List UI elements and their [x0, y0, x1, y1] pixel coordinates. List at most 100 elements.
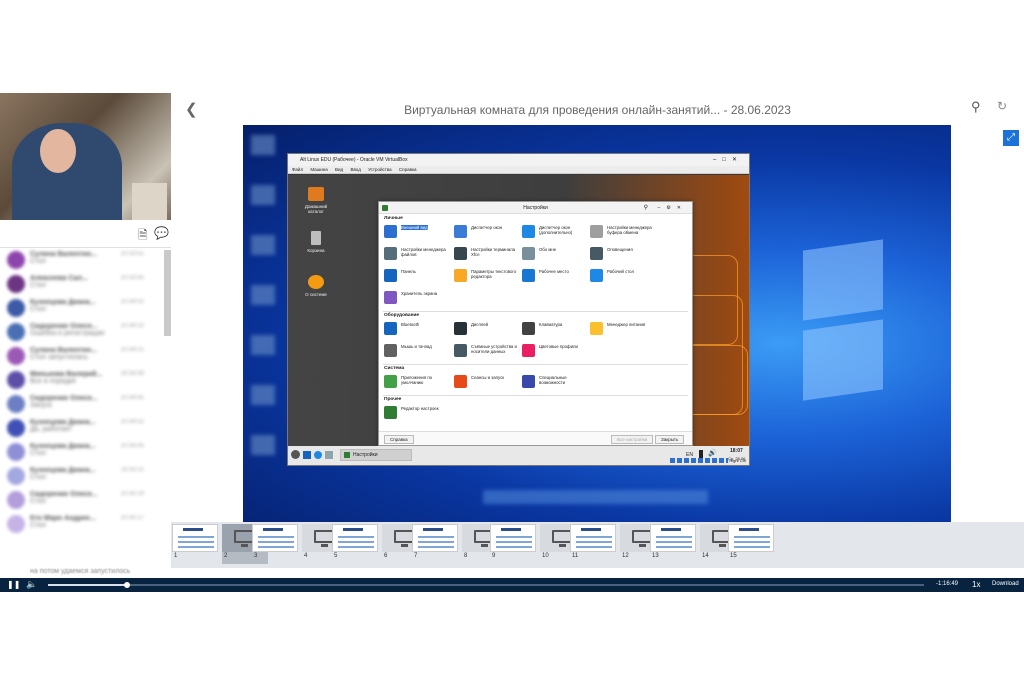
start-menu-icon[interactable] [291, 450, 300, 459]
chat-message: Кузнецова Диана... Стол 10:35:05 [0, 440, 164, 464]
slide-preview [728, 524, 774, 552]
chat-scrollbar[interactable] [164, 250, 171, 336]
settings-item[interactable]: Оповещения [590, 245, 658, 263]
search-icon[interactable]: ⚲ [644, 202, 648, 214]
chat-text: Стол [30, 498, 47, 505]
chat-text: Стол [30, 282, 47, 289]
settings-item-label: Параметры текстового редактора [471, 269, 517, 279]
settings-item-label: Приложения по умолчанию [401, 375, 433, 385]
slide-preview [650, 524, 696, 552]
help-button[interactable]: Справка [384, 435, 414, 444]
chat-time: 10:34:52 [120, 419, 144, 425]
settings-item[interactable]: Рабочий стол [590, 267, 658, 285]
playback-speed-button[interactable]: 1x [972, 580, 980, 589]
thumbnail-1[interactable]: 1 [172, 524, 218, 564]
settings-item[interactable]: Внешний вид [384, 223, 452, 241]
thumbnail-15[interactable]: 15 [728, 524, 774, 564]
settings-item[interactable]: Настройки терминала Xfce [454, 245, 522, 263]
menu-file[interactable]: Файл [292, 167, 303, 172]
settings-item[interactable]: Настройки менеджера буфера обмена [590, 223, 658, 241]
thumbnail-3[interactable]: 3 [252, 524, 298, 564]
chat-bubbles-icon[interactable]: 💬 [154, 226, 169, 240]
settings-item[interactable]: Мышь и тачпад [384, 342, 452, 360]
thumbnail-13[interactable]: 13 [650, 524, 696, 564]
settings-item[interactable]: Рабочее место [522, 267, 590, 285]
seek-handle[interactable] [123, 582, 130, 588]
clock-time: 18:07 [730, 448, 743, 454]
seek-bar[interactable] [48, 582, 924, 588]
taskbar-launcher-icon[interactable] [314, 451, 322, 459]
desktop-icon-about[interactable]: О системе [302, 275, 330, 297]
settings-item[interactable]: Редактор настроек [384, 404, 452, 422]
settings-item[interactable]: Дисплей [454, 320, 522, 338]
window-controls[interactable]: –⚙✕ [658, 202, 687, 214]
settings-item[interactable]: Менеджер питания [590, 320, 658, 338]
settings-item[interactable]: Съёмные устройства и носители данных [454, 342, 522, 360]
download-button[interactable]: Download [992, 581, 1019, 587]
settings-item-label: Обо мне [539, 247, 557, 252]
avatar [7, 347, 25, 365]
screen-share-video[interactable]: Alt Linux EDU (Рабочее) - Oracle VM Virt… [243, 125, 951, 522]
settings-section-title: Личные [384, 216, 403, 221]
all-settings-button[interactable]: Все настройки [611, 435, 654, 444]
player-controls: ❚❚ 🔈 -1:16:49 1x Download [0, 578, 1024, 592]
settings-manager-window[interactable]: Настройки ⚲ –⚙✕ Личные Внешний вид Диспетч… [378, 201, 693, 446]
avatar [7, 323, 25, 341]
settings-item-label: Сеансы и запуск [471, 375, 505, 380]
settings-item[interactable]: Сеансы и запуск [454, 373, 522, 391]
settings-item-icon [522, 247, 535, 260]
avatar [7, 275, 25, 293]
settings-item[interactable]: Клавиатура [522, 320, 590, 338]
window-controls[interactable]: –□✕ [713, 154, 743, 166]
chat-list: Сулина Валентин... Стол 10:33:51 Алексеева … [0, 248, 164, 578]
settings-item[interactable]: Специальные возможности [522, 373, 590, 391]
settings-item[interactable]: Приложения по умолчанию [384, 373, 452, 391]
thumbnail-number: 2 [224, 553, 228, 559]
host-desktop-icon [251, 185, 275, 205]
taskbar-app-settings[interactable]: Настройки [340, 449, 412, 461]
desktop-icon-home[interactable]: Домашний каталог [302, 187, 330, 214]
settings-item[interactable]: Обо мне [522, 245, 590, 263]
virtualbox-window[interactable]: Alt Linux EDU (Рабочее) - Oracle VM Virt… [287, 153, 750, 466]
avatar [7, 419, 25, 437]
close-button[interactable]: Закрыть [655, 435, 685, 444]
settings-item[interactable]: Диспетчер окон [454, 223, 522, 241]
settings-item[interactable]: Диспетчер окон (дополнительно) [522, 223, 590, 241]
pause-icon[interactable]: ❚❚ [7, 580, 20, 589]
thumbnail-11[interactable]: 11 [570, 524, 616, 564]
menu-devices[interactable]: Устройства [368, 167, 392, 172]
settings-item[interactable]: Bluetooth [384, 320, 452, 338]
settings-app-icon [344, 452, 350, 458]
menu-help[interactable]: Справка [399, 167, 417, 172]
settings-item-label: Менеджер питания [607, 322, 646, 327]
settings-item[interactable]: Настройки менеджера файлов [384, 245, 452, 263]
settings-item[interactable]: Хранитель экрана [384, 289, 452, 307]
search-icon[interactable]: ⚲ [971, 99, 981, 115]
settings-item-icon [590, 225, 603, 238]
thumbnail-9[interactable]: 9 [490, 524, 536, 564]
settings-item-label: Мышь и тачпад [401, 344, 432, 349]
menu-machine[interactable]: Машина [310, 167, 327, 172]
presenter-webcam [0, 93, 171, 220]
settings-item[interactable]: Цветовые профили [522, 342, 590, 360]
avatar [7, 467, 25, 485]
taskbar-launcher-icon[interactable] [325, 451, 333, 459]
settings-item[interactable]: Параметры текстового редактора [454, 267, 522, 285]
volume-icon[interactable]: 🔈 [26, 579, 37, 590]
thumbnail-7[interactable]: 7 [412, 524, 458, 564]
menu-view[interactable]: Вид [335, 167, 343, 172]
thumbnail-number: 3 [254, 553, 258, 559]
settings-title: Настройки [523, 205, 548, 211]
settings-item-label: Оповещения [607, 247, 633, 252]
menu-input[interactable]: Ввод [350, 167, 360, 172]
webcam-background-object [132, 183, 167, 220]
fullscreen-icon[interactable]: ⤢ [1003, 130, 1019, 146]
thumbnail-5[interactable]: 5 [332, 524, 378, 564]
settings-item-icon [522, 322, 535, 335]
taskbar-launcher-icon[interactable] [303, 451, 311, 459]
settings-item[interactable]: Панель [384, 267, 452, 285]
refresh-icon[interactable]: ↻ [997, 99, 1007, 113]
chat-text: Запуск [30, 402, 52, 409]
notes-icon[interactable]: 🗎 [138, 226, 148, 247]
desktop-icon-trash[interactable]: Корзина [302, 231, 330, 253]
